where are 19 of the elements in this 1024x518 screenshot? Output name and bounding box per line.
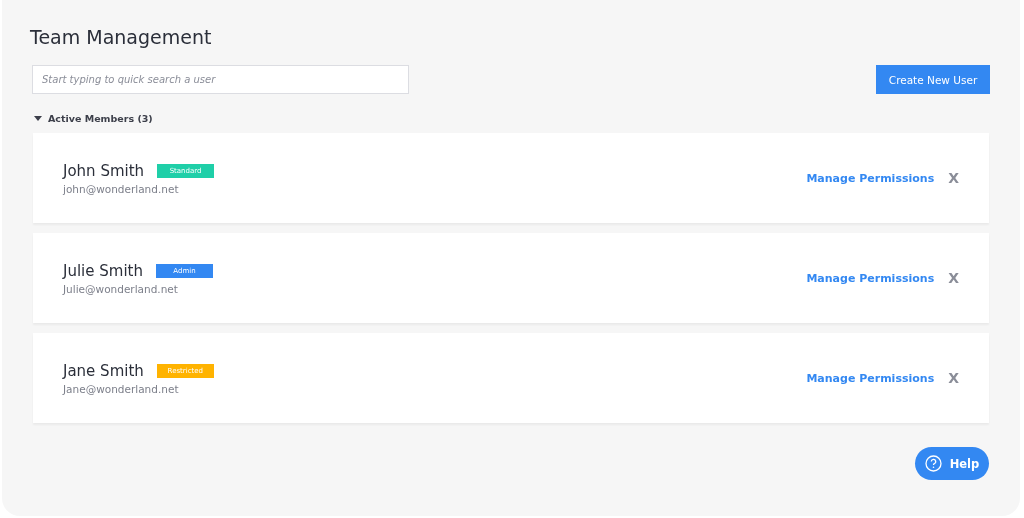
section-toggle[interactable]: Active Members (3) [34, 113, 153, 124]
manage-permissions-link[interactable]: Manage Permissions [806, 271, 935, 285]
page-title: Team Management [30, 26, 213, 48]
remove-button[interactable]: X [946, 370, 961, 386]
remove-button[interactable]: X [946, 270, 961, 286]
manage-permissions-link[interactable]: Manage Permissions [806, 371, 935, 385]
manage-permissions-link[interactable]: Manage Permissions [806, 171, 935, 185]
remove-button[interactable]: X [946, 170, 961, 186]
member-name: Jane Smith [63, 361, 144, 380]
member-name: John Smith [63, 161, 145, 180]
member-email: john@wonderland.net [63, 182, 180, 195]
create-user-button[interactable]: Create New User [876, 65, 990, 94]
member-name: Julie Smith [63, 261, 143, 280]
member-email: Jane@wonderland.net [63, 382, 180, 395]
help-button[interactable]: Help [915, 447, 989, 480]
caret-icon [34, 115, 42, 122]
search-field[interactable]: Start typing to quick search a user [32, 65, 409, 94]
member-email: Julie@wonderland.net [63, 282, 179, 295]
help-icon [924, 455, 942, 472]
